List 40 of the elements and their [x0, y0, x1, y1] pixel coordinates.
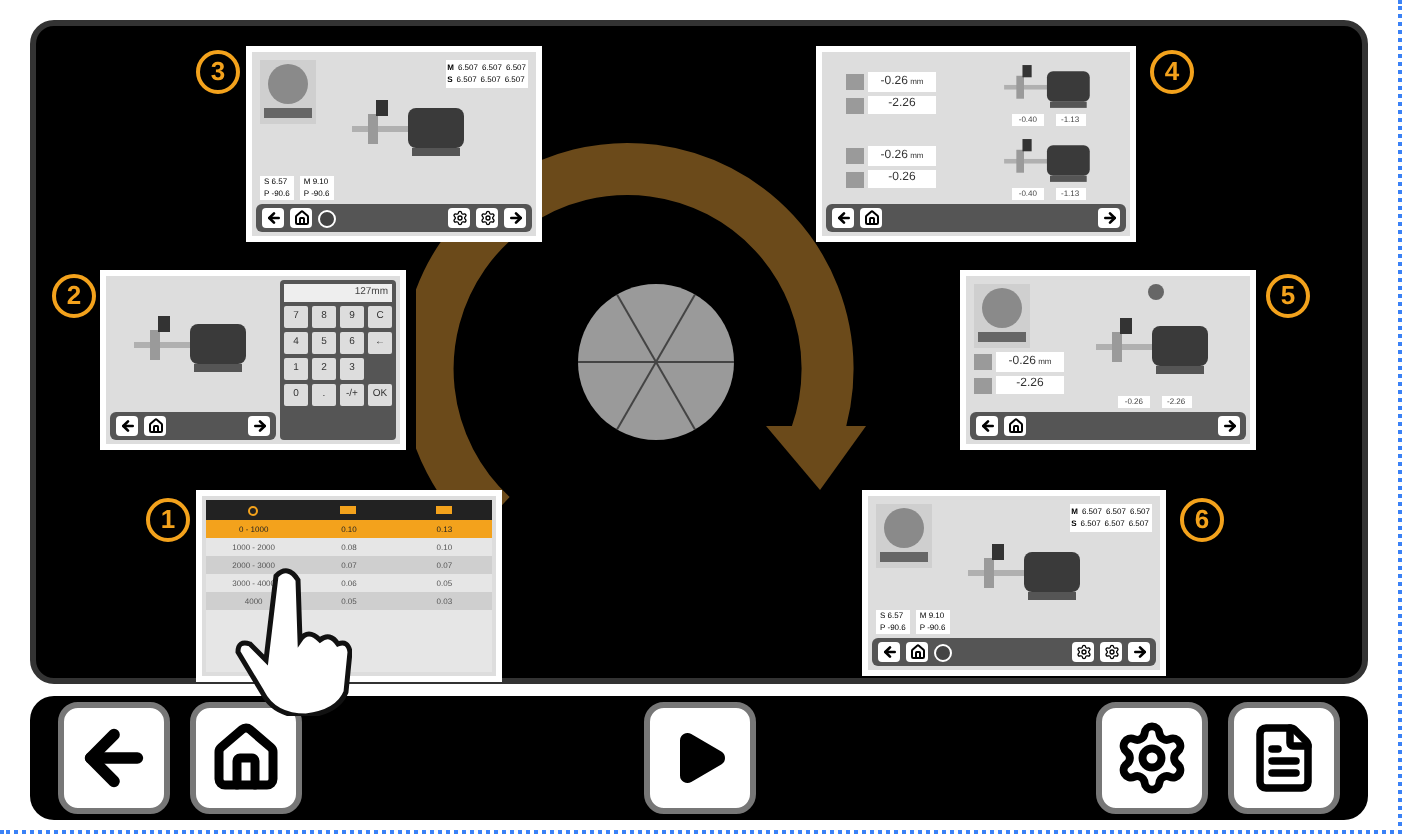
step-number: 1 [146, 498, 190, 542]
gear-icon [479, 210, 495, 226]
right-arrow-icon [251, 418, 267, 434]
home-icon [1007, 418, 1023, 434]
coupling-icon [340, 506, 357, 514]
left-arrow-icon [881, 644, 897, 660]
step-number: 6 [1180, 498, 1224, 542]
home-icon [909, 644, 925, 660]
home-icon [147, 418, 163, 434]
home-icon [293, 210, 309, 226]
step-number: 5 [1266, 274, 1310, 318]
left-arrow-icon [119, 418, 135, 434]
dial-panel [260, 60, 316, 124]
step-number: 2 [52, 274, 96, 318]
settings-icon [1114, 720, 1190, 796]
left-arrow-icon [835, 210, 851, 226]
step-number: 4 [1150, 50, 1194, 94]
dial-panel [974, 284, 1030, 348]
play-button[interactable] [643, 702, 755, 814]
report-button[interactable] [1228, 702, 1340, 814]
right-arrow-icon [1101, 210, 1117, 226]
right-arrow-icon [1221, 418, 1237, 434]
settings-button[interactable] [1096, 702, 1208, 814]
left-arrow-icon [265, 210, 281, 226]
home-icon [210, 722, 282, 794]
home-icon [863, 210, 879, 226]
gear-icon [1075, 644, 1091, 660]
motor-drawing [1003, 61, 1095, 113]
step-number: 3 [196, 50, 240, 94]
motor-drawing [1003, 135, 1095, 187]
gear-icon [1103, 644, 1119, 660]
gear-icon [451, 210, 467, 226]
home-button[interactable] [190, 702, 302, 814]
left-arrow-icon [979, 418, 995, 434]
coupling-icon [436, 506, 453, 514]
back-button[interactable] [58, 702, 170, 814]
right-arrow-icon [1131, 644, 1147, 660]
right-arrow-icon [507, 210, 523, 226]
dial-panel [876, 504, 932, 568]
rotation-icon [248, 505, 259, 515]
